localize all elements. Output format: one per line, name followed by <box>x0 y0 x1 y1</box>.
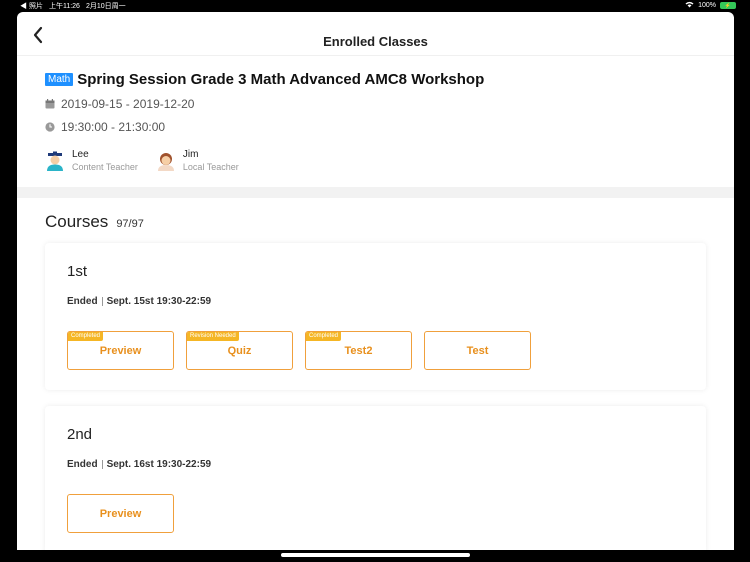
revision-needed-badge: Revision Needed <box>187 332 239 341</box>
teacher-name: Lee <box>72 149 89 160</box>
battery-percent: 100% <box>698 2 716 9</box>
completed-badge: Completed <box>306 332 342 341</box>
button-label: Preview <box>99 507 142 520</box>
class-title: Spring Session Grade 3 Math Advanced AMC… <box>77 71 485 88</box>
enrolled-classes-sheet: Enrolled Classes Math Spring Session Gra… <box>17 12 734 550</box>
preview-button[interactable]: Completed Preview <box>67 331 174 370</box>
preview-button[interactable]: Preview <box>67 494 174 533</box>
lesson-label: 1st <box>67 263 88 280</box>
class-date-range: 2019-09-15 - 2019-12-20 <box>61 97 195 111</box>
lesson-schedule: Sept. 15st 19:30-22:59 <box>106 296 212 307</box>
teacher-role: Content Teacher <box>72 162 138 172</box>
teacher-avatar-icon <box>157 152 174 171</box>
subject-tag: Math <box>45 73 74 86</box>
lesson-card: 1st Ended Sept. 15st 19:30-22:59 Complet… <box>45 243 706 390</box>
button-label: Test <box>466 344 489 357</box>
courses-count: 97/97 <box>116 218 144 230</box>
wifi-icon <box>685 1 694 10</box>
lesson-status: Ended <box>67 459 98 470</box>
page-title: Enrolled Classes <box>323 34 428 49</box>
clock-icon <box>45 122 55 132</box>
courses-title: Courses <box>45 212 109 231</box>
home-indicator[interactable] <box>281 553 470 557</box>
teacher-name: Jim <box>182 149 199 160</box>
class-info: Math Spring Session Grade 3 Math Advance… <box>17 56 734 187</box>
status-date: 2月10日周一 <box>85 3 126 10</box>
completed-badge: Completed <box>68 332 104 341</box>
teacher-role: Local Teacher <box>182 162 239 172</box>
button-label: Preview <box>99 344 142 357</box>
lesson-meta: Ended Sept. 16st 19:30-22:59 <box>67 459 684 470</box>
test-button[interactable]: Test <box>424 331 531 370</box>
lesson-schedule: Sept. 16st 19:30-22:59 <box>106 459 212 470</box>
divider <box>101 460 103 469</box>
button-label: Quiz <box>227 344 252 357</box>
nav-bar: Enrolled Classes <box>17 12 734 56</box>
teacher-content: Lee Content Teacher <box>45 149 138 172</box>
lesson-label: 2nd <box>67 426 93 443</box>
section-divider <box>17 187 734 198</box>
courses-header: Courses 97/97 <box>17 198 734 232</box>
lesson-meta: Ended Sept. 15st 19:30-22:59 <box>67 296 684 307</box>
battery-charging-icon: ⚡ <box>720 2 736 9</box>
status-time: 上午11:26 <box>48 3 80 10</box>
divider <box>101 297 103 306</box>
status-bar: ◀ 照片 上午11:26 2月10日周一 100% ⚡ <box>0 0 750 12</box>
calendar-icon <box>45 99 55 109</box>
quiz-button[interactable]: Revision Needed Quiz <box>186 331 293 370</box>
teacher-local: Jim Local Teacher <box>156 149 239 172</box>
teacher-avatar-icon <box>47 151 63 171</box>
lesson-status: Ended <box>67 296 98 307</box>
class-time-range: 19:30:00 - 21:30:00 <box>61 120 166 134</box>
back-to-app-link[interactable]: ◀ 照片 <box>20 1 43 11</box>
lesson-card: 2nd Ended Sept. 16st 19:30-22:59 Preview <box>45 406 706 550</box>
test2-button[interactable]: Completed Test2 <box>305 331 412 370</box>
button-label: Test2 <box>344 344 373 357</box>
